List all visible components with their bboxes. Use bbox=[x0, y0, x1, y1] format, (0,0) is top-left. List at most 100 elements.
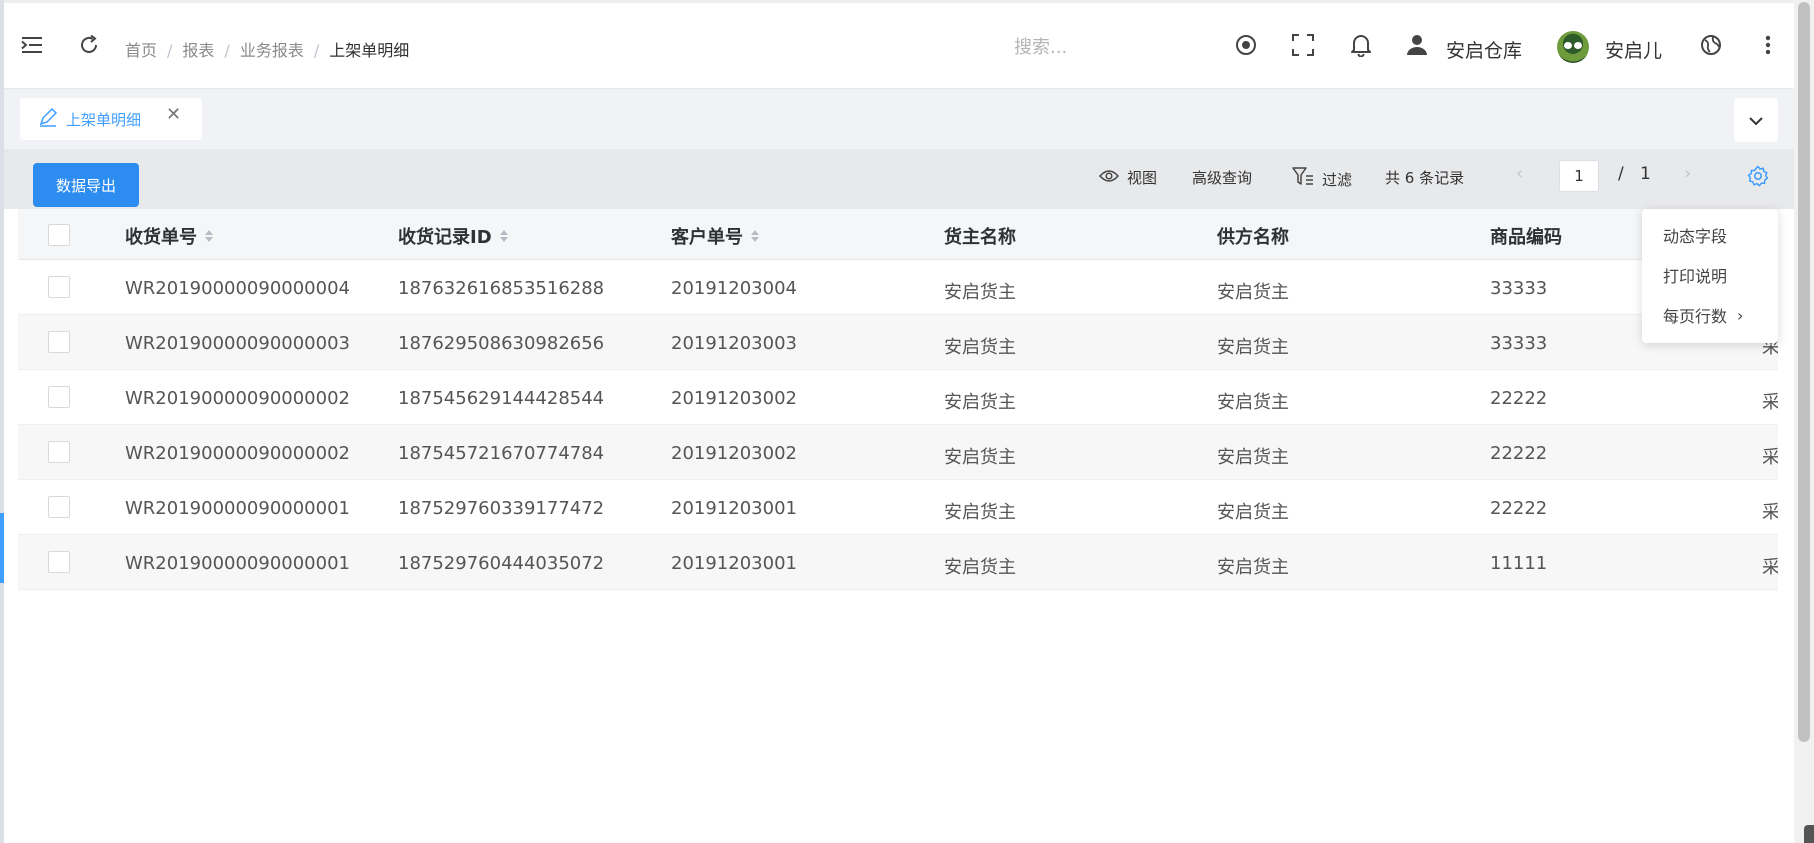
avatar[interactable] bbox=[1557, 31, 1589, 63]
cell-order-no: WR20190000090000002 bbox=[125, 388, 350, 409]
filter-button[interactable]: 过滤 bbox=[1292, 167, 1352, 191]
record-count: 共 6 条记录 bbox=[1385, 169, 1465, 187]
menu-fold-icon[interactable] bbox=[18, 31, 46, 59]
advanced-query-button[interactable]: 高级查询 bbox=[1192, 167, 1252, 188]
cell-supplier: 安启货主 bbox=[1217, 392, 1289, 413]
cell-sku: 11111 bbox=[1490, 553, 1548, 574]
settings-dropdown-menu: 动态字段 打印说明 每页行数 › bbox=[1642, 209, 1778, 343]
column-header-customer-no[interactable]: 客户单号 bbox=[671, 223, 759, 249]
data-export-button[interactable]: 数据导出 bbox=[33, 163, 139, 207]
cell-owner: 安启货主 bbox=[944, 337, 1016, 358]
tab-label: 上架单明细 bbox=[66, 110, 142, 129]
cell-supplier: 安启货主 bbox=[1217, 502, 1289, 523]
breadcrumb-separator: / bbox=[167, 41, 173, 60]
cell-sku: 22222 bbox=[1490, 388, 1548, 409]
cell-supplier: 安启货主 bbox=[1217, 282, 1289, 303]
cell-partial: 采 bbox=[1762, 447, 1778, 468]
cell-order-no: WR20190000090000001 bbox=[125, 553, 350, 574]
column-header-label: 收货单号 bbox=[125, 227, 197, 248]
cell-owner: 安启货主 bbox=[944, 447, 1016, 468]
close-icon[interactable]: ✕ bbox=[166, 104, 181, 125]
table-row[interactable]: WR20190000090000001 187529760339177472 2… bbox=[18, 480, 1778, 535]
row-checkbox[interactable] bbox=[48, 386, 70, 408]
chevron-down-icon bbox=[1748, 111, 1764, 130]
breadcrumb-home[interactable]: 首页 bbox=[125, 41, 157, 60]
user-name[interactable]: 安启儿 bbox=[1605, 36, 1662, 63]
cell-owner: 安启货主 bbox=[944, 282, 1016, 303]
refresh-icon[interactable] bbox=[75, 31, 103, 59]
prev-page-icon[interactable]: ‹ bbox=[1516, 163, 1523, 184]
cell-supplier: 安启货主 bbox=[1217, 557, 1289, 578]
sort-icon[interactable] bbox=[751, 230, 759, 242]
filter-icon bbox=[1292, 167, 1322, 191]
table-header: 收货单号 收货记录ID 客户单号 货主名称 供方名称 商品编码 bbox=[18, 209, 1778, 260]
cell-sku: 22222 bbox=[1490, 498, 1548, 519]
menu-item-label: 每页行数 bbox=[1663, 307, 1728, 326]
menu-item-print-notes[interactable]: 打印说明 bbox=[1663, 263, 1727, 287]
warehouse-selector[interactable]: 安启仓库 bbox=[1446, 36, 1522, 63]
table-row[interactable]: WR20190000090000003 187629508630982656 2… bbox=[18, 315, 1778, 370]
row-checkbox[interactable] bbox=[48, 331, 70, 353]
tab-dropdown-button[interactable] bbox=[1734, 98, 1778, 142]
breadcrumb-separator: / bbox=[224, 41, 230, 60]
cell-supplier: 安启货主 bbox=[1217, 447, 1289, 468]
sort-icon[interactable] bbox=[205, 230, 213, 242]
table-row[interactable]: WR20190000090000002 187545629144428544 2… bbox=[18, 370, 1778, 425]
view-label: 视图 bbox=[1127, 169, 1158, 187]
cell-customer-no: 20191203002 bbox=[671, 388, 797, 409]
row-checkbox[interactable] bbox=[48, 276, 70, 298]
bell-icon[interactable] bbox=[1347, 31, 1375, 59]
more-vertical-icon[interactable] bbox=[1754, 31, 1782, 59]
select-all-checkbox[interactable] bbox=[48, 224, 70, 246]
cell-customer-no: 20191203002 bbox=[671, 443, 797, 464]
cell-customer-no: 20191203004 bbox=[671, 278, 797, 299]
cell-customer-no: 20191203001 bbox=[671, 498, 797, 519]
cell-record-id: 187529760444035072 bbox=[398, 553, 605, 574]
eye-icon bbox=[1098, 169, 1127, 187]
table-row[interactable]: WR20190000090000002 187545721670774784 2… bbox=[18, 425, 1778, 480]
search-input[interactable] bbox=[1014, 33, 1174, 61]
page-total: 1 bbox=[1640, 164, 1651, 184]
table-row[interactable]: WR20190000090000004 187632616853516288 2… bbox=[18, 260, 1778, 315]
settings-gear-icon[interactable] bbox=[1747, 165, 1769, 191]
cell-sku: 22222 bbox=[1490, 443, 1548, 464]
fullscreen-icon[interactable] bbox=[1289, 31, 1317, 59]
menu-item-rows-per-page[interactable]: 每页行数 › bbox=[1663, 303, 1743, 327]
column-header-supplier: 供方名称 bbox=[1217, 227, 1289, 248]
cell-order-no: WR20190000090000001 bbox=[125, 498, 350, 519]
table-row[interactable]: WR20190000090000001 187529760444035072 2… bbox=[18, 535, 1778, 590]
tab-putaway-detail[interactable]: 上架单明细 ✕ bbox=[20, 98, 202, 140]
cell-customer-no: 20191203003 bbox=[671, 333, 797, 354]
row-checkbox[interactable] bbox=[48, 496, 70, 518]
row-checkbox[interactable] bbox=[48, 441, 70, 463]
record-icon[interactable] bbox=[1232, 31, 1260, 59]
view-button[interactable]: 视图 bbox=[1098, 167, 1158, 188]
scrollbar-thumb[interactable] bbox=[1798, 2, 1810, 742]
cell-partial: 采 bbox=[1762, 392, 1778, 413]
cell-partial: 采 bbox=[1762, 557, 1778, 578]
next-page-icon[interactable]: › bbox=[1684, 163, 1691, 184]
scroll-corner bbox=[1804, 825, 1814, 843]
filter-label: 过滤 bbox=[1322, 170, 1353, 189]
top-header: 首页 / 报表 / 业务报表 / 上架单明细 安启仓库 安启儿 bbox=[4, 3, 1794, 89]
breadcrumb-business-reports[interactable]: 业务报表 bbox=[240, 41, 304, 60]
vertical-scrollbar[interactable] bbox=[1794, 0, 1814, 843]
cell-owner: 安启货主 bbox=[944, 502, 1016, 523]
cell-record-id: 187529760339177472 bbox=[398, 498, 605, 519]
cell-record-id: 187629508630982656 bbox=[398, 333, 605, 354]
breadcrumb-current: 上架单明细 bbox=[329, 41, 410, 60]
breadcrumb-reports[interactable]: 报表 bbox=[182, 41, 214, 60]
row-checkbox[interactable] bbox=[48, 551, 70, 573]
sort-icon[interactable] bbox=[499, 230, 508, 242]
globe-icon[interactable] bbox=[1697, 31, 1725, 59]
column-header-order-no[interactable]: 收货单号 bbox=[125, 223, 213, 249]
menu-item-dynamic-fields[interactable]: 动态字段 bbox=[1663, 223, 1727, 247]
column-header-record-id[interactable]: 收货记录ID bbox=[398, 223, 508, 249]
data-table: 收货单号 收货记录ID 客户单号 货主名称 供方名称 商品编码 WR201900… bbox=[18, 209, 1778, 843]
user-icon bbox=[1403, 31, 1431, 59]
sidebar-active-marker bbox=[0, 513, 4, 583]
cell-sku: 33333 bbox=[1490, 278, 1548, 299]
page-number-input[interactable] bbox=[1559, 160, 1599, 192]
cell-record-id: 187545721670774784 bbox=[398, 443, 605, 464]
column-header-sku: 商品编码 bbox=[1490, 227, 1562, 248]
